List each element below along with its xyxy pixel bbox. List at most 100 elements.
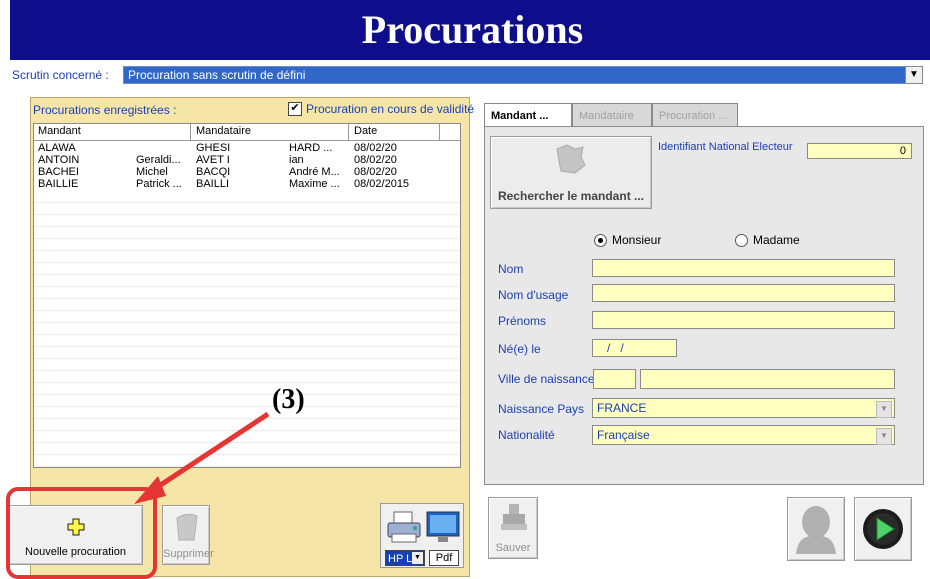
next-button[interactable]: [854, 497, 912, 561]
print-group: HP La ▼ Pdf: [380, 503, 464, 568]
cell-mandant-nom: BAILLIE: [38, 178, 79, 190]
national-id-field[interactable]: 0: [807, 143, 912, 159]
annotation-arrow: [134, 411, 270, 504]
radio-monsieur[interactable]: [594, 233, 607, 247]
list-gridline: [34, 370, 460, 371]
stamp-icon: [501, 504, 527, 530]
cell-mandataire-prenom: ian: [289, 154, 304, 166]
nationality-label: Nationalité: [498, 428, 555, 442]
tab-mandant[interactable]: Mandant ...: [484, 103, 572, 127]
procurations-list-label: Procurations enregistrées :: [33, 103, 177, 117]
list-gridline: [34, 298, 460, 299]
column-header-mandant[interactable]: Mandant: [38, 125, 81, 137]
prenoms-field[interactable]: [592, 311, 895, 329]
cell-mandataire-prenom: Maxime ...: [289, 178, 340, 190]
column-header-date[interactable]: Date: [354, 125, 377, 137]
national-id-label: Identifiant National Electeur: [658, 141, 793, 153]
search-mandant-button[interactable]: Rechercher le mandant ...: [490, 136, 652, 209]
play-icon: [863, 509, 903, 549]
cell-date: 08/02/20: [354, 142, 397, 154]
list-gridline: [34, 226, 460, 227]
radio-madame-group[interactable]: Madame: [735, 233, 800, 247]
monitor-icon[interactable]: [425, 510, 461, 544]
table-row[interactable]: ANTOIN Geraldi... AVET I ian 08/02/20: [34, 154, 460, 166]
printer-select[interactable]: HP La ▼: [385, 550, 425, 566]
cell-mandant-nom: BACHEI: [38, 166, 79, 178]
person-icon: [796, 506, 836, 554]
cell-mandant-nom: ALAWA: [38, 142, 76, 154]
nom-label: Nom: [498, 262, 524, 276]
birth-country-select[interactable]: FRANCE ▼: [592, 398, 895, 418]
nom-usage-field[interactable]: [592, 284, 895, 302]
list-gridline: [34, 322, 460, 323]
radio-madame-label: Madame: [753, 233, 800, 247]
cell-mandant-nom: ANTOIN: [38, 154, 80, 166]
birth-country-label: Naissance Pays: [498, 402, 585, 416]
cell-mandataire-prenom: André M...: [289, 166, 340, 178]
birth-postcode-field[interactable]: [593, 369, 636, 389]
chevron-down-icon[interactable]: ▼: [876, 428, 892, 445]
table-row[interactable]: ALAWA GHESI HARD ... 08/02/20: [34, 142, 460, 154]
printer-icon[interactable]: [385, 510, 423, 546]
cell-mandant-prenom: Geraldi...: [136, 154, 181, 166]
chevron-down-icon[interactable]: ▼: [876, 401, 892, 418]
birth-city-label: Ville de naissance: [498, 372, 595, 386]
table-row[interactable]: BACHEI Michel BACQI André M... 08/02/20: [34, 166, 460, 178]
list-gridline: [34, 310, 460, 311]
column-header-mandataire[interactable]: Mandataire: [196, 125, 251, 137]
birthdate-label: Né(e) le: [498, 342, 541, 356]
list-gridline: [34, 238, 460, 239]
list-gridline: [34, 202, 460, 203]
trash-icon: [176, 513, 198, 541]
list-gridline: [34, 394, 460, 395]
cell-date: 08/02/20: [354, 166, 397, 178]
prenoms-label: Prénoms: [498, 314, 547, 328]
radio-monsieur-group[interactable]: Monsieur: [594, 233, 661, 247]
pdf-button[interactable]: Pdf: [429, 550, 459, 566]
delete-button[interactable]: Supprimer: [162, 505, 214, 565]
scrutin-select[interactable]: Procuration sans scrutin de défini: [123, 66, 923, 84]
list-gridline: [34, 358, 460, 359]
list-gridline: [34, 214, 460, 215]
validity-checkbox-group[interactable]: ✔ Procuration en cours de validité: [288, 102, 474, 116]
cell-mandant-prenom: Patrick ...: [136, 178, 182, 190]
cell-mandataire-nom: AVET I: [196, 154, 230, 166]
tab-procuration[interactable]: Procuration ...: [652, 103, 738, 127]
list-gridline: [34, 250, 460, 251]
cell-mandant-prenom: Michel: [136, 166, 168, 178]
cell-mandataire-nom: BAILLI: [196, 178, 230, 190]
birth-city-field[interactable]: [640, 369, 895, 389]
chevron-down-icon[interactable]: ▼: [412, 552, 423, 564]
cell-date: 08/02/20: [354, 154, 397, 166]
validity-checkbox[interactable]: ✔: [288, 102, 302, 116]
save-button[interactable]: Sauver: [488, 497, 538, 559]
nationality-select[interactable]: Française ▼: [592, 425, 895, 445]
list-gridline: [34, 286, 460, 287]
cell-mandataire-nom: GHESI: [196, 142, 231, 154]
table-row[interactable]: BAILLIE Patrick ... BAILLI Maxime ... 08…: [34, 178, 460, 190]
cell-mandataire-nom: BACQI: [196, 166, 231, 178]
radio-madame[interactable]: [735, 233, 748, 247]
list-gridline: [34, 262, 460, 263]
person-button[interactable]: [787, 497, 845, 561]
radio-monsieur-label: Monsieur: [612, 233, 662, 247]
chevron-down-icon[interactable]: ▼: [905, 66, 923, 84]
list-gridline: [34, 346, 460, 347]
cell-date: 08/02/2015: [354, 178, 410, 190]
delete-label: Supprimer: [163, 548, 214, 560]
cell-mandataire-prenom: HARD ...: [289, 142, 333, 154]
nom-usage-label: Nom d'usage: [498, 288, 569, 302]
save-label: Sauver: [495, 542, 531, 554]
nom-field[interactable]: [592, 259, 895, 277]
birth-country-value: FRANCE: [597, 401, 647, 415]
table-header: Mandant Mandataire Date: [34, 124, 460, 141]
tab-mandataire[interactable]: Mandataire ...: [572, 103, 652, 146]
validity-checkbox-label: Procuration en cours de validité: [306, 102, 475, 116]
page-title: Procurations: [10, 0, 930, 60]
list-gridline: [34, 382, 460, 383]
birthdate-field[interactable]: / /: [592, 339, 677, 357]
list-gridline: [34, 274, 460, 275]
nationality-value: Française: [597, 428, 650, 442]
map-icon: [556, 144, 586, 174]
list-gridline: [34, 334, 460, 335]
